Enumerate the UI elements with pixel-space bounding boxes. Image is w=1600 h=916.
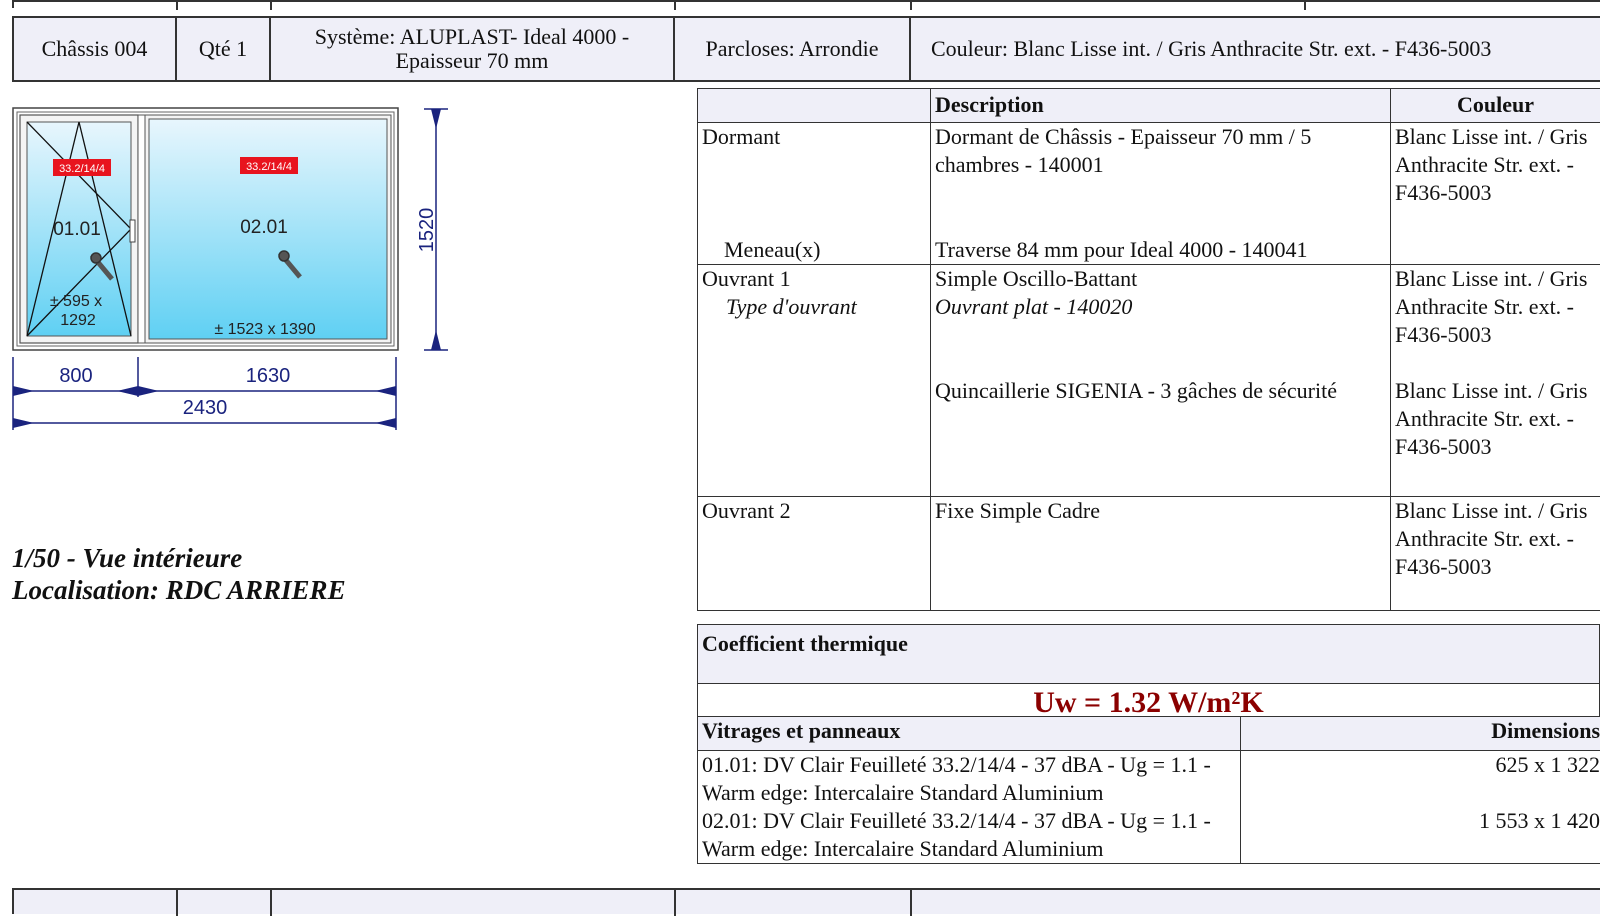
label-type-ouvrant: Type d'ouvrant <box>702 293 926 321</box>
desc-type-ouvrant: Ouvrant plat - 140020 <box>935 293 1386 321</box>
table-row: 02.01: DV Clair Feuilleté 33.2/14/4 - 37… <box>698 807 1600 864</box>
row-label-ouvrant1: Ouvrant 1 Type d'ouvrant <box>698 265 931 497</box>
desc-meneau: Traverse 84 mm pour Ideal 4000 - 140041 <box>935 236 1308 264</box>
thermal-block: Coefficient thermique Uw = 1.32 W/m²K <box>697 624 1600 725</box>
glazing-header-dims: Dimensions <box>1241 717 1600 751</box>
color-quincaillerie: Blanc Lisse int. / Gris Anthracite Str. … <box>1395 377 1596 461</box>
sash-right-code: 02.01 <box>240 217 288 238</box>
glazing-table: Vitrages et panneaux Dimensions 01.01: D… <box>697 716 1600 864</box>
desc-dormant: Dormant de Châssis - Epaisseur 70 mm / 5… <box>935 123 1386 179</box>
header-description: Description <box>931 89 1391 123</box>
previous-row-strip <box>12 0 1600 8</box>
quantity: Qté 1 <box>177 18 271 80</box>
table-row: Ouvrant 2 Fixe Simple Cadre Blanc Lisse … <box>698 497 1600 611</box>
window-drawing: 33.2/14/4 33.2/14/4 01.01 02.01 ± 595 x … <box>0 95 470 440</box>
drawing-notes: 1/50 - Vue intérieure Localisation: RDC … <box>12 542 572 606</box>
width-right: 1630 <box>246 365 291 387</box>
chassis-header-row: Châssis 004 Qté 1 Système: ALUPLAST- Ide… <box>12 16 1600 82</box>
components-table: Description Couleur Dormant Meneau(x) Do… <box>697 88 1600 611</box>
width-left: 800 <box>59 365 92 387</box>
color-ouvrant1: Blanc Lisse int. / Gris Anthracite Str. … <box>1391 265 1600 497</box>
color-ouvrant1-frame: Blanc Lisse int. / Gris Anthracite Str. … <box>1395 265 1596 349</box>
color-dormant: Blanc Lisse int. / Gris Anthracite Str. … <box>1391 123 1600 265</box>
glazing-header-desc: Vitrages et panneaux <box>698 717 1241 751</box>
system-cell: Système: ALUPLAST- Ideal 4000 - Epaisseu… <box>271 18 675 80</box>
localisation: Localisation: RDC ARRIERE <box>12 574 572 606</box>
thermal-title: Coefficient thermique <box>697 624 1600 684</box>
glazing-desc-2: 02.01: DV Clair Feuilleté 33.2/14/4 - 37… <box>698 807 1241 864</box>
label-dormant: Dormant <box>702 123 926 151</box>
color-ouvrant2: Blanc Lisse int. / Gris Anthracite Str. … <box>1391 497 1600 611</box>
row-desc-ouvrant1: Simple Oscillo-Battant Ouvrant plat - 14… <box>931 265 1391 497</box>
glazing-desc-1: 01.01: DV Clair Feuilleté 33.2/14/4 - 37… <box>698 751 1241 808</box>
desc-ouvrant1: Simple Oscillo-Battant <box>935 265 1386 293</box>
row-desc-ouvrant2: Fixe Simple Cadre <box>931 497 1391 611</box>
height-value: 1520 <box>416 208 438 253</box>
sash-left-dims-1: ± 595 x <box>50 293 102 310</box>
glazing-header-row: Vitrages et panneaux Dimensions <box>698 717 1600 751</box>
width-total: 2430 <box>183 397 228 419</box>
header-empty <box>698 89 931 123</box>
row-label-ouvrant2: Ouvrant 2 <box>698 497 931 611</box>
system-line-2: Epaisseur 70 mm <box>396 49 549 73</box>
table-header-row: Description Couleur <box>698 89 1600 123</box>
color-spec: Couleur: Blanc Lisse int. / Gris Anthrac… <box>911 18 1600 80</box>
chassis-number: Châssis 004 <box>14 18 177 80</box>
parcloses: Parcloses: Arrondie <box>675 18 911 80</box>
system-line-1: Système: ALUPLAST- Ideal 4000 - <box>315 25 630 49</box>
header-color: Couleur <box>1391 89 1600 123</box>
glazing-dims-2: 1 553 x 1 420 <box>1241 807 1600 864</box>
sash-right-dims: ± 1523 x 1390 <box>214 321 315 338</box>
mullion <box>138 115 145 343</box>
table-row: Ouvrant 1 Type d'ouvrant Simple Oscillo-… <box>698 265 1600 497</box>
scale-view: 1/50 - Vue intérieure <box>12 542 572 574</box>
sash-left-dims-2: 1292 <box>60 312 96 329</box>
row-desc-dormant: Dormant de Châssis - Epaisseur 70 mm / 5… <box>931 123 1391 265</box>
sash-left-code: 01.01 <box>53 219 101 240</box>
label-meneau: Meneau(x) <box>724 236 821 264</box>
table-row: Dormant Meneau(x) Dormant de Châssis - E… <box>698 123 1600 265</box>
sash-left-label: 33.2/14/4 <box>59 163 105 175</box>
glazing-dims-1: 625 x 1 322 <box>1241 751 1600 808</box>
table-row: 01.01: DV Clair Feuilleté 33.2/14/4 - 37… <box>698 751 1600 808</box>
row-label-dormant: Dormant Meneau(x) <box>698 123 931 265</box>
sash-right-label: 33.2/14/4 <box>246 161 292 173</box>
next-row-strip <box>12 888 1600 914</box>
desc-quincaillerie: Quincaillerie SIGENIA - 3 gâches de sécu… <box>935 377 1350 405</box>
label-ouvrant1: Ouvrant 1 <box>702 265 926 293</box>
